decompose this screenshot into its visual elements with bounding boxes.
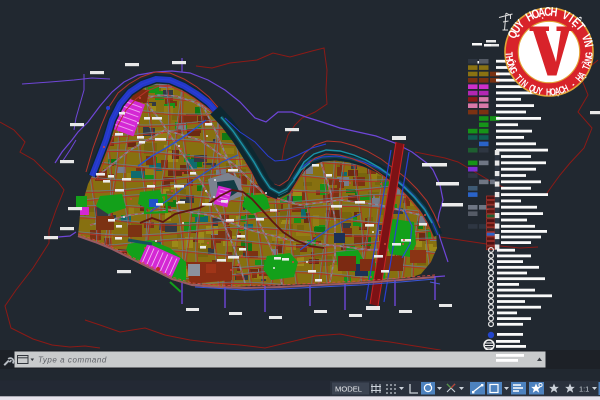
svg-text:Type a command: Type a command — [38, 356, 107, 365]
svg-text:1:1: 1:1 — [579, 385, 589, 394]
svg-text:G: G — [583, 51, 595, 57]
svg-text:MODEL: MODEL — [335, 385, 362, 394]
